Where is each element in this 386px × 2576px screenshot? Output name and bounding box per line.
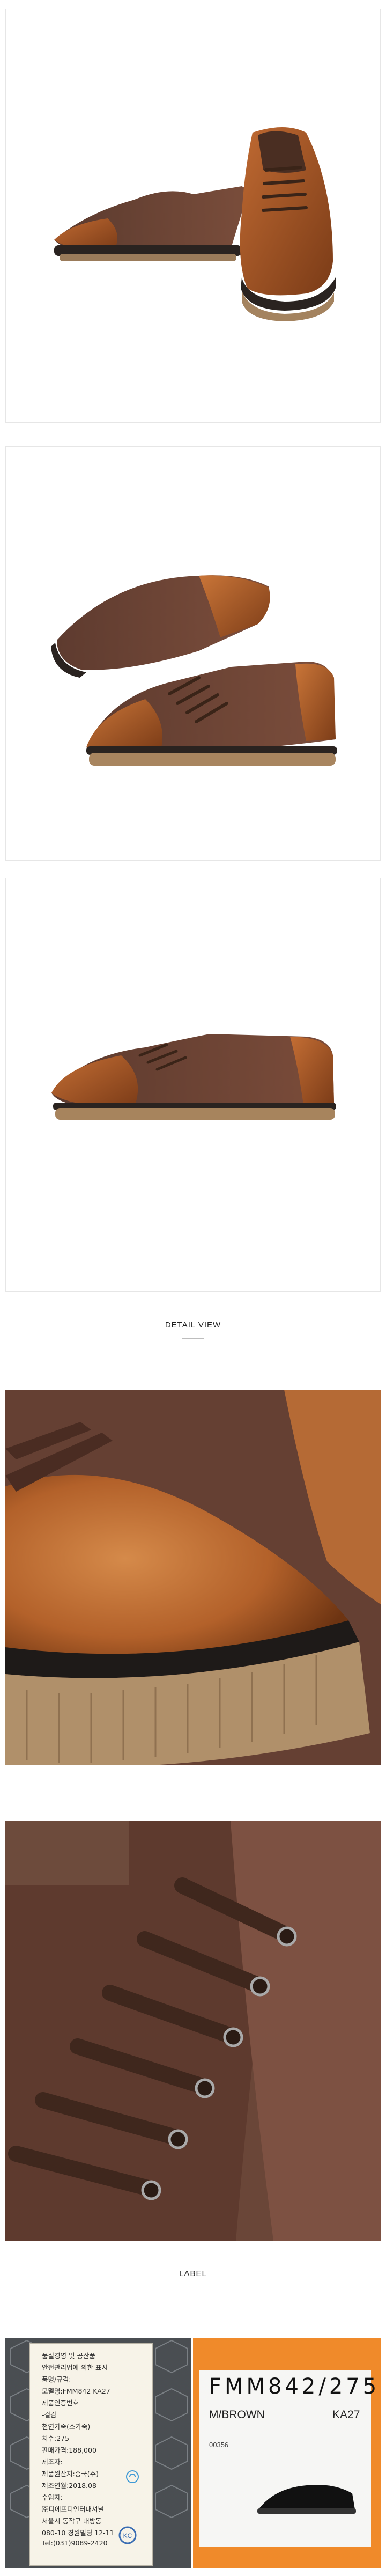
detail-photo-toe	[5, 1390, 381, 1809]
label-heading: LABEL	[179, 2269, 207, 2278]
product-small-code: 00356	[209, 2441, 229, 2449]
label-line: 안전관리법에 의한 표시	[42, 2364, 108, 2372]
detail-view-divider	[182, 1338, 204, 1339]
label-line: ㈜디에프디인터내셔널	[42, 2505, 105, 2513]
product-photo-pair-front	[5, 9, 381, 423]
label-line: 천연가죽(소가죽)	[42, 2423, 91, 2431]
shoe-silhouette-icon	[257, 2485, 356, 2514]
label-line: 품명/규격:	[42, 2375, 71, 2383]
label-line: 제조연월:2018.08	[42, 2482, 96, 2490]
label-line: 모델명:FMM842 KA27	[42, 2387, 110, 2395]
product-info-card: 품질경영 및 공산품 안전관리법에 의한 표시 품명/규격: 모델명:FMM84…	[29, 2343, 153, 2566]
label-line: 제품원산지:중국(주)	[42, 2470, 99, 2478]
label-line: 수입자:	[42, 2493, 63, 2501]
toe-closeup-illustration	[5, 1390, 381, 1809]
label-line: Tel:(031)9089-2420	[42, 2539, 108, 2547]
label-photos: 품질경영 및 공산품 안전관리법에 의한 표시 품명/규격: 모델명:FMM84…	[5, 2338, 381, 2568]
recycle-icon	[126, 2470, 139, 2483]
laces-closeup-illustration	[5, 1821, 381, 2241]
product-code: FMM842/275	[209, 2374, 380, 2399]
product-color: M/BROWN	[209, 2409, 265, 2421]
label-line: 080-10 경원빌딩 12-11	[42, 2529, 114, 2537]
shoe-pair-front-illustration	[54, 127, 336, 321]
detail-view-heading: DETAIL VIEW	[165, 1320, 221, 1330]
label-line: 제조자:	[42, 2458, 63, 2466]
product-photo-side	[5, 878, 381, 1292]
label-line: 치수:275	[42, 2434, 70, 2442]
box-tag: FMM842/275 M/BROWN KA27 00356	[199, 2370, 376, 2547]
label-line: 서울시 동작구 대방동	[42, 2517, 102, 2525]
label-line: 품질경영 및 공산품	[42, 2352, 95, 2360]
kc-certification-icon: KC	[118, 2526, 137, 2544]
svg-text:KC: KC	[123, 2532, 132, 2540]
detail-photo-laces	[5, 1821, 381, 2241]
product-model: KA27	[332, 2409, 360, 2421]
label-line: 제품인증번호	[42, 2399, 79, 2407]
insole-label-photo: 품질경영 및 공산품 안전관리법에 의한 표시 품명/규격: 모델명:FMM84…	[5, 2338, 191, 2568]
box-label-photo: FMM842/275 M/BROWN KA27 00356	[193, 2338, 381, 2568]
label-line: 판매가격:188,000	[42, 2446, 96, 2454]
shoe-side-illustration	[51, 1034, 336, 1120]
shoe-pair-side-illustration	[51, 575, 337, 766]
label-line: -겉감	[42, 2411, 57, 2419]
product-photo-pair-side	[5, 446, 381, 861]
